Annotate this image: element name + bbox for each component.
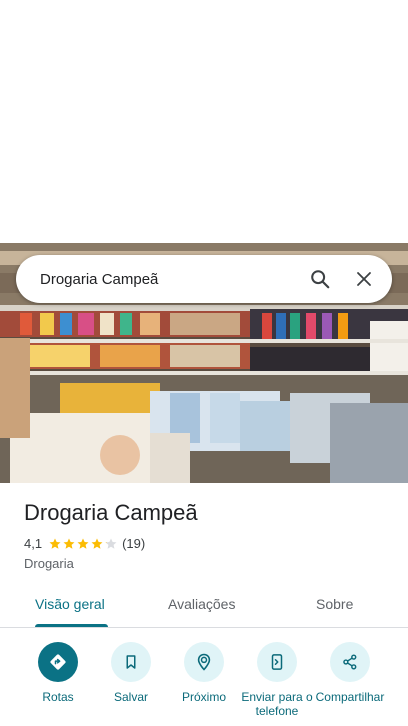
star-icon — [105, 537, 117, 549]
nearby-button[interactable]: Próximo — [164, 640, 244, 704]
search-bar[interactable]: Drogaria Campeã — [16, 255, 392, 303]
search-icon — [311, 270, 330, 289]
rating-row[interactable]: 4,1 (19) — [24, 536, 145, 551]
tab-reviews[interactable]: Avaliações — [168, 596, 235, 612]
nearby-label: Próximo — [181, 690, 226, 704]
nearby-circle — [184, 642, 224, 682]
directions-button[interactable]: Rotas — [18, 640, 98, 704]
send-to-phone-button[interactable]: Enviar para o telefone — [237, 640, 317, 718]
place-title: Drogaria Campeã — [24, 500, 198, 525]
directions-icon — [50, 654, 66, 670]
directions-circle — [38, 642, 78, 682]
tab-indicator — [35, 624, 108, 627]
action-bar: Rotas Salvar Próximo Enviar para o telef… — [0, 640, 408, 726]
bookmark-icon — [126, 655, 136, 669]
star-icon — [91, 537, 103, 549]
send-to-phone-icon — [271, 654, 283, 670]
share-label: Compartilhar — [315, 690, 385, 704]
nearby-icon — [197, 653, 211, 671]
send-to-phone-label: Enviar para o telefone — [241, 690, 313, 718]
send-to-phone-circle — [257, 642, 297, 682]
review-count[interactable]: (19) — [122, 536, 145, 551]
directions-label: Rotas — [42, 690, 74, 704]
place-category[interactable]: Drogaria — [24, 556, 74, 571]
rating-stars — [48, 537, 118, 551]
clear-search-button[interactable] — [342, 257, 386, 301]
save-circle — [111, 642, 151, 682]
search-input[interactable]: Drogaria Campeã — [16, 271, 298, 288]
close-icon — [357, 272, 371, 286]
save-button[interactable]: Salvar — [91, 640, 171, 704]
share-circle — [330, 642, 370, 682]
share-icon — [343, 654, 357, 670]
tab-bar: Visão geral Avaliações Sobre — [0, 584, 408, 628]
save-label: Salvar — [113, 690, 148, 704]
tab-overview[interactable]: Visão geral — [35, 596, 105, 612]
tab-about[interactable]: Sobre — [316, 596, 353, 612]
share-button[interactable]: Compartilhar — [310, 640, 390, 704]
star-icon — [63, 537, 75, 549]
star-icon — [77, 537, 89, 549]
search-button[interactable] — [298, 257, 342, 301]
star-icon — [49, 537, 61, 549]
map-area — [0, 0, 408, 243]
rating-value: 4,1 — [24, 536, 43, 551]
